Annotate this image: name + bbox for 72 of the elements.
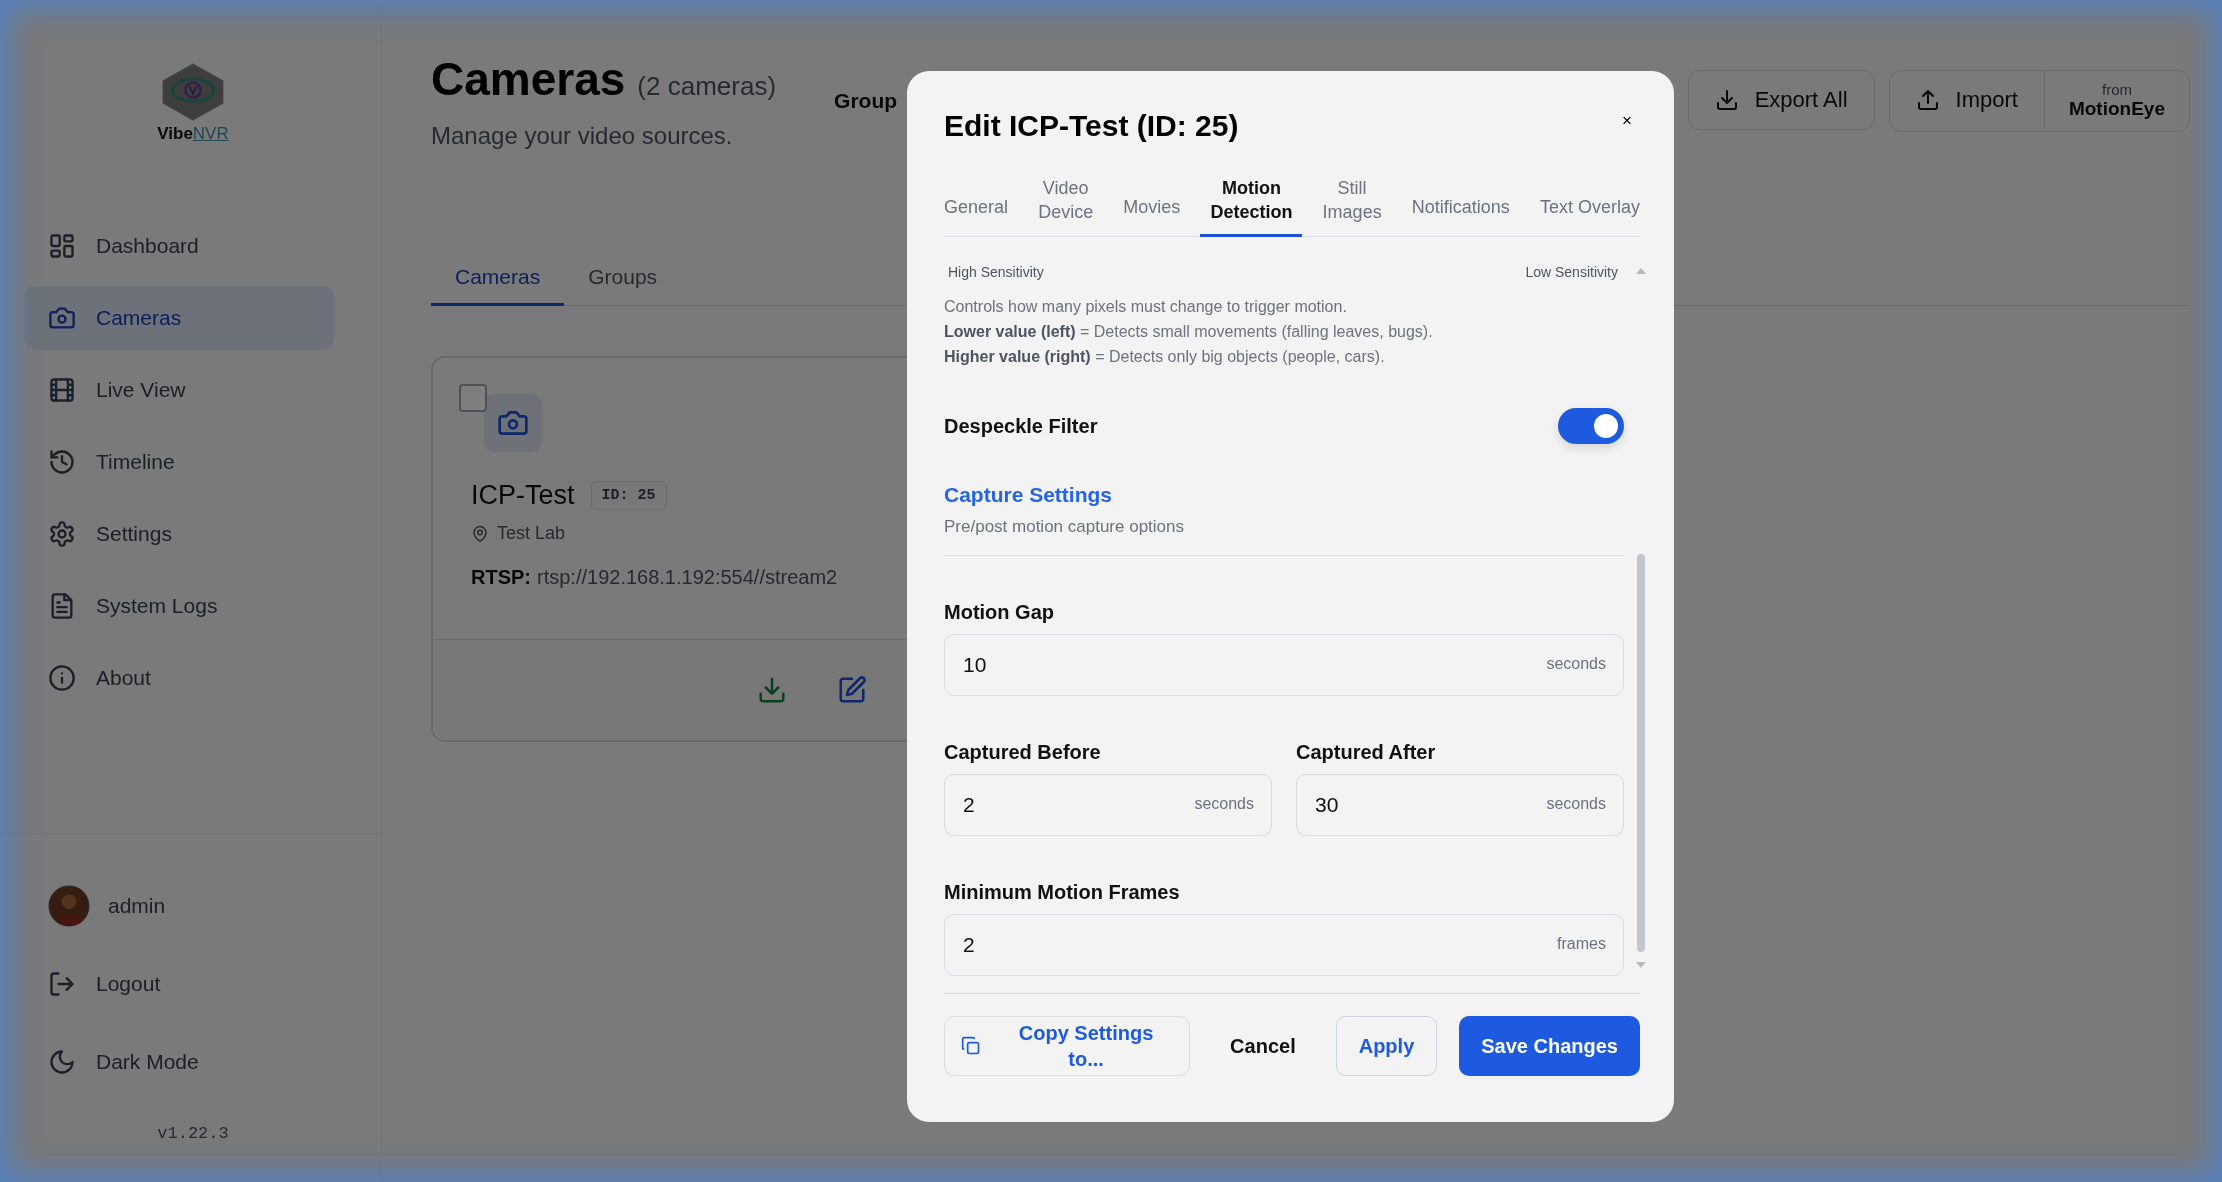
settings-tab[interactable]: Motion Detection — [1200, 176, 1303, 237]
slider-min-label: High Sensitivity — [948, 264, 1044, 280]
history-icon — [48, 448, 76, 476]
field-label: Minimum Motion Frames — [944, 881, 1181, 904]
section-title: Capture Settings — [944, 483, 1114, 507]
location-pin-icon — [471, 524, 489, 543]
sidebar-item[interactable]: Timeline — [24, 430, 334, 494]
logo-text: VibeNVR — [157, 124, 229, 144]
logout-icon — [48, 970, 76, 998]
field-label: Captured After — [1296, 741, 1437, 764]
copy-settings-button[interactable]: Copy Settings to... — [944, 1016, 1191, 1076]
dialog-title: Edit ICP-Test (ID: 25) — [944, 109, 1239, 143]
unit-label: seconds — [1546, 655, 1606, 673]
rtsp-label: RTSP: — [471, 566, 531, 588]
edit-icon[interactable] — [837, 675, 867, 705]
help-text: Controls how many pixels must change to trigger motion. — [944, 297, 1348, 317]
close-button[interactable]: × — [1608, 111, 1646, 131]
camera-count: (2 cameras) — [637, 71, 777, 102]
sidebar-item[interactable]: System Logs — [24, 574, 334, 638]
moon-icon — [48, 1048, 76, 1076]
unit-label: frames — [1557, 935, 1606, 953]
help-text: Lower value (left) = Detects small movements (falling leaves, bugs). — [944, 322, 1434, 342]
save-button[interactable]: Save Changes — [1459, 1016, 1640, 1076]
id-badge: ID: 25 — [590, 481, 667, 510]
cancel-button[interactable]: Cancel — [1208, 1016, 1318, 1076]
camera-location: Test Lab — [497, 523, 566, 544]
page-title: Cameras — [431, 52, 626, 106]
import-button[interactable]: Import — [1889, 71, 2045, 129]
page-subtitle: Manage your video sources. — [431, 122, 734, 150]
settings-tab[interactable]: Text Overlay — [1529, 190, 1640, 237]
select-checkbox[interactable] — [459, 384, 487, 412]
group-view-label: Group — [834, 89, 898, 113]
download-icon — [1714, 88, 1739, 112]
import-source-button[interactable]: from MotionEye — [2044, 71, 2189, 131]
film-icon — [48, 376, 76, 404]
sidebar-item[interactable]: Settings — [24, 502, 334, 566]
unit-label: seconds — [1194, 795, 1254, 813]
camera-name: ICP-Test — [471, 480, 575, 511]
field-label: Motion Gap — [944, 601, 1055, 624]
sidebar-item[interactable]: Cameras — [24, 286, 334, 350]
user-name: admin — [108, 894, 166, 918]
section-subtitle: Pre/post motion capture options — [944, 517, 1186, 537]
unit-label: seconds — [1546, 795, 1606, 813]
info-icon — [48, 664, 76, 692]
sidebar-action[interactable]: Logout — [24, 952, 334, 1016]
settings-tab[interactable]: Notifications — [1401, 190, 1520, 237]
avatar-icon — [48, 885, 90, 927]
help-text: Higher value (right) = Detects only big objects (people, cars). — [944, 347, 1386, 367]
settings-tab[interactable]: Movies — [1113, 190, 1191, 237]
sidebar-item[interactable]: About — [24, 646, 334, 710]
copy-icon — [961, 1036, 981, 1056]
despeckle-toggle[interactable] — [1558, 408, 1624, 444]
settings-icon — [48, 520, 76, 548]
rtsp-url: rtsp://192.168.1.192:554//stream2 — [537, 566, 838, 588]
sidebar-item[interactable]: Dashboard — [24, 214, 334, 278]
export-button[interactable]: Export All — [1687, 70, 1875, 130]
sidebar-item[interactable]: Live View — [24, 358, 334, 422]
settings-tab[interactable]: Video Device — [1028, 176, 1104, 237]
page-tab[interactable]: Groups — [564, 265, 682, 306]
page-tab[interactable]: Cameras — [431, 265, 565, 306]
scrollbar[interactable] — [1636, 268, 1646, 968]
grid-icon — [48, 232, 76, 260]
download-icon[interactable] — [757, 675, 787, 705]
upload-icon — [1915, 88, 1940, 112]
version-label: v1.22.3 — [156, 1124, 230, 1143]
settings-tab[interactable]: General — [944, 190, 1019, 237]
settings-tab[interactable]: Still Images — [1312, 176, 1392, 237]
sidebar-action[interactable]: Dark Mode — [24, 1030, 334, 1094]
setting-label: Despeckle Filter — [944, 414, 1098, 438]
slider-max-label: Low Sensitivity — [1525, 264, 1618, 280]
field-label: Captured Before — [944, 741, 1102, 764]
apply-button[interactable]: Apply — [1335, 1016, 1438, 1076]
